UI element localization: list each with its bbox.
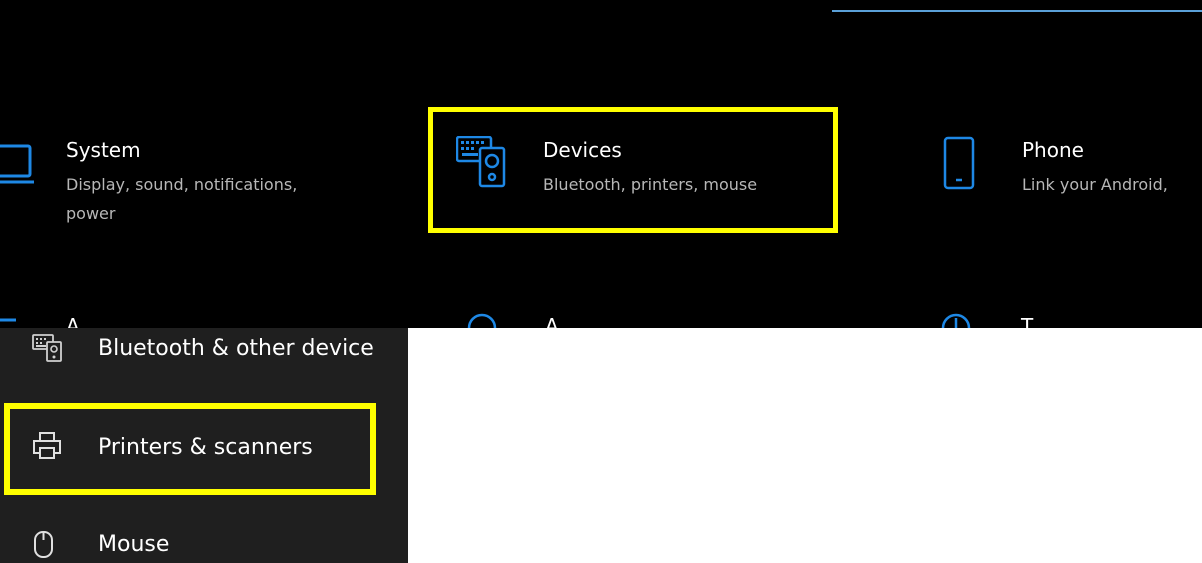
tile-phone[interactable]: Phone Link your Android, <box>930 136 1202 266</box>
next-row-icon <box>0 312 20 328</box>
tile-system-title: System <box>66 138 141 162</box>
highlight-devices-tile <box>428 107 838 233</box>
tile-system-subtitle-line: Display, sound, notifications, <box>66 175 298 194</box>
phone-icon <box>942 136 978 196</box>
clock-icon <box>940 312 972 328</box>
search-box-edge[interactable] <box>832 0 1202 12</box>
sidebar-item-mouse[interactable]: Mouse <box>0 518 408 563</box>
tile-system-subtitle-line: power <box>66 204 116 223</box>
devices-sidebar: Bluetooth & other device Printers & scan… <box>0 328 408 563</box>
mouse-icon <box>32 530 56 563</box>
sidebar-item-label: Bluetooth & other device <box>98 336 374 361</box>
tile-phone-title: Phone <box>1022 138 1084 162</box>
next-row-tile-title: A <box>545 314 559 328</box>
accounts-icon <box>466 312 498 328</box>
settings-home-panel: System Display, sound, notifications, po… <box>0 0 1202 328</box>
tile-phone-subtitle: Link your Android, <box>1022 170 1168 199</box>
tile-system[interactable]: System Display, sound, notifications, po… <box>0 136 380 266</box>
highlight-printers-item <box>4 403 376 495</box>
tile-phone-subtitle-line: Link your Android, <box>1022 175 1168 194</box>
bluetooth-devices-icon <box>32 334 64 366</box>
sidebar-item-label: Mouse <box>98 532 170 557</box>
tile-system-subtitle: Display, sound, notifications, power <box>66 170 297 228</box>
laptop-icon <box>0 144 36 192</box>
next-row-tile-title: T <box>1021 314 1034 328</box>
sidebar-item-bluetooth[interactable]: Bluetooth & other device <box>0 328 408 388</box>
next-row-tile-title: A <box>66 314 80 328</box>
